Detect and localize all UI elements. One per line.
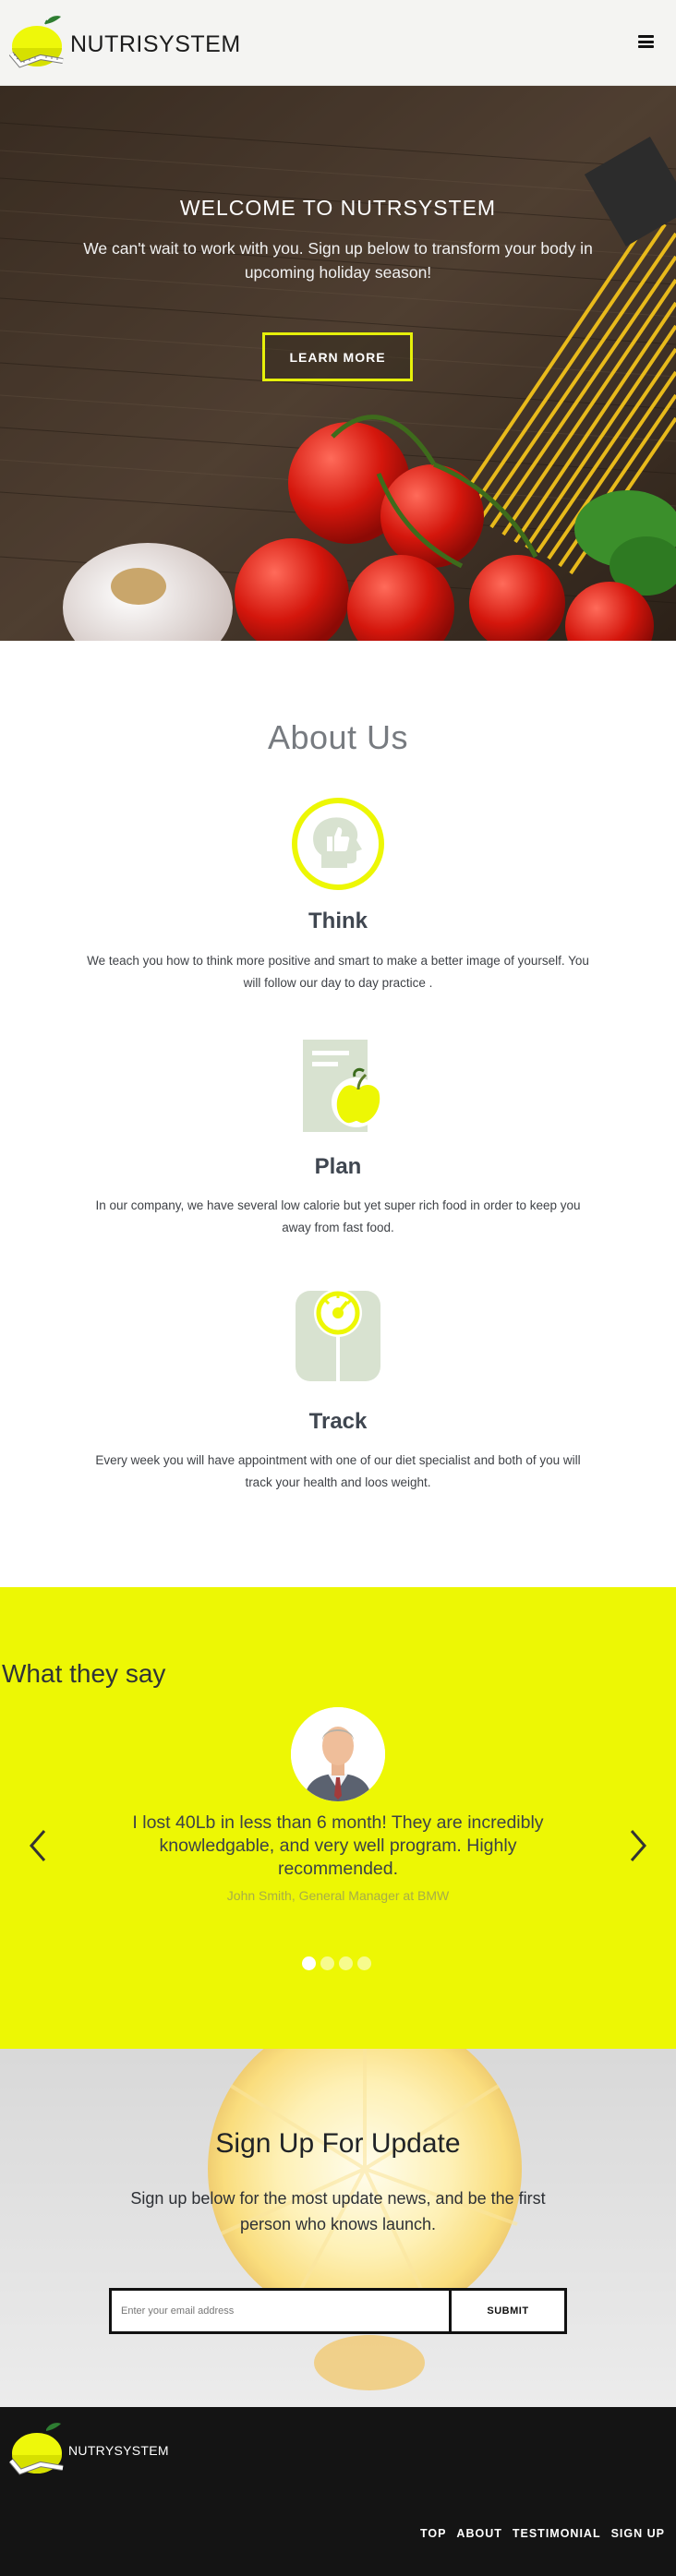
learn-more-button[interactable]: LEARN MORE (262, 332, 413, 381)
carousel-dot[interactable] (339, 1956, 353, 1970)
weight-scale-icon (296, 1289, 380, 1381)
feature-text: We teach you how to think more positive … (87, 954, 589, 990)
signup-subtitle: Sign up below for the most update news, … (130, 2189, 546, 2233)
testimonial-author: John Smith, General Manager at BMW (226, 1888, 450, 1903)
person-avatar-icon (291, 1707, 385, 1801)
testimonials-section: What they say I lost 40Lb in less than 6… (0, 1587, 676, 2049)
footer-brand-name: NUTRYSYSTEM (68, 2443, 169, 2458)
testimonial-quote: I lost 40Lb in less than 6 month! They a… (132, 1812, 544, 1879)
chevron-right-icon[interactable] (628, 1827, 650, 1864)
carousel-dot[interactable] (320, 1956, 334, 1970)
thumbs-up-head-icon (292, 798, 384, 890)
footer-brand[interactable]: NUTRYSYSTEM (9, 2420, 169, 2477)
footer-nav-testimonial[interactable]: TESTIMONIAL (513, 2527, 601, 2540)
hero-subtitle: We can't wait to work with you. Sign up … (83, 239, 593, 282)
lemon-scale-logo-icon (9, 2423, 64, 2475)
carousel-dot[interactable] (357, 1956, 371, 1970)
chevron-left-icon[interactable] (26, 1827, 48, 1864)
about-title: About Us (267, 718, 409, 756)
signup-form: SUBMIT (109, 2288, 567, 2334)
lemon-scale-logo-icon (9, 16, 64, 68)
submit-button[interactable]: SUBMIT (452, 2291, 564, 2331)
brand[interactable]: NUTRISYSTEM (9, 13, 241, 70)
signup-title: Sign Up For Update (215, 2128, 461, 2159)
plan-apple-icon (303, 1040, 381, 1132)
footer-nav-top[interactable]: TOP (420, 2527, 446, 2540)
footer-nav-about[interactable]: ABOUT (456, 2527, 501, 2540)
site-footer: NUTRYSYSTEM TOP ABOUT TESTIMONIAL SIGN U… (0, 2407, 676, 2576)
about-section: About Us Think We teach you how to think… (0, 641, 676, 1587)
hamburger-menu-icon[interactable] (638, 35, 654, 48)
brand-name: NUTRISYSTEM (70, 30, 241, 57)
signup-section: Sign Up For Update Sign up below for the… (0, 2049, 676, 2407)
hero-section: WELCOME TO NUTRSYSTEM We can't wait to w… (0, 86, 676, 641)
feature-text: In our company, we have several low calo… (95, 1198, 581, 1234)
site-header: NUTRISYSTEM (0, 0, 676, 86)
feature-title: Track (308, 1409, 368, 1434)
carousel-dots (302, 1956, 371, 1970)
testimonials-heading: What they say (2, 1659, 166, 1688)
feature-title: Plan (314, 1154, 362, 1179)
footer-nav-sign-up[interactable]: SIGN UP (611, 2527, 665, 2540)
carousel-dot[interactable] (302, 1956, 316, 1970)
footer-nav: TOP ABOUT TESTIMONIAL SIGN UP (420, 2527, 665, 2540)
feature-title: Think (308, 909, 368, 933)
hero-title: WELCOME TO NUTRSYSTEM (179, 196, 497, 220)
email-input[interactable] (112, 2291, 452, 2331)
feature-text: Every week you will have appointment wit… (95, 1453, 581, 1489)
